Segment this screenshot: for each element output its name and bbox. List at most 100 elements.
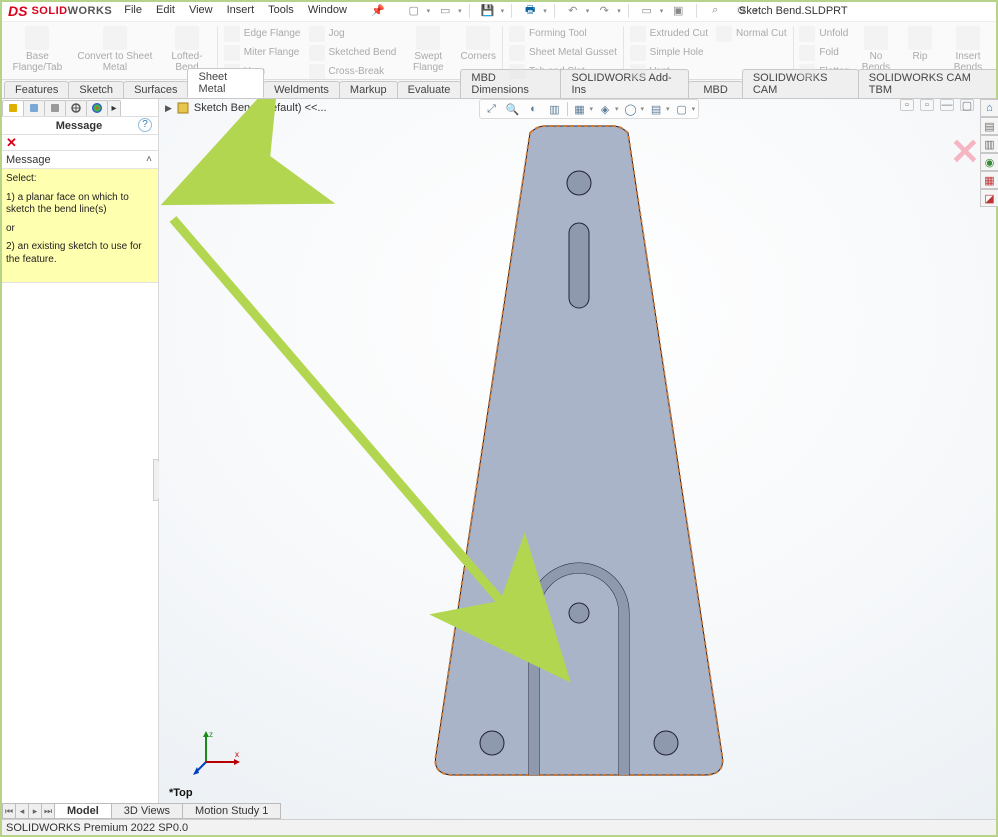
hud-scene-icon[interactable]: ▤: [647, 101, 665, 117]
cmd-rip[interactable]: Rip: [898, 24, 942, 65]
qat-print-button[interactable]: 🖶: [519, 2, 541, 20]
message-section-header[interactable]: Message ˄: [0, 151, 158, 169]
tab-weldments[interactable]: Weldments: [263, 81, 340, 98]
taskpane-resources-icon[interactable]: ▤: [980, 117, 998, 135]
property-manager-close-row: ✕: [0, 135, 158, 151]
hud-view-settings-icon[interactable]: ▢: [673, 101, 691, 117]
cmd-edge-flange[interactable]: Edge Flange: [222, 25, 303, 43]
qat-rebuild-button[interactable]: ▣: [667, 2, 689, 20]
cmd-sheet-metal-gusset[interactable]: Sheet Metal Gusset: [507, 44, 619, 62]
pin-menu-icon[interactable]: 📌: [371, 4, 385, 17]
fm-tab-dim-mgr-icon[interactable]: [65, 100, 87, 116]
message-select-label: Select:: [6, 173, 152, 186]
cmd-simple-hole[interactable]: Simple Hole: [628, 44, 710, 62]
cmd-insert-bends[interactable]: Insert Bends: [942, 24, 994, 75]
graphics-view[interactable]: ▶ Sketch Bend (Default) <<... ⤢ 🔍 ◐ ▥ ▦▾…: [159, 99, 998, 819]
part-model[interactable]: [414, 123, 744, 783]
cmd-base-flange[interactable]: Base Flange/Tab: [4, 24, 71, 75]
qat-new-button[interactable]: ▢: [403, 2, 425, 20]
doc-win-minimize[interactable]: —: [940, 99, 954, 111]
tab-mbd[interactable]: MBD: [688, 81, 742, 98]
cmd-corners[interactable]: Corners: [456, 24, 500, 65]
cancel-button[interactable]: ✕: [6, 135, 17, 151]
menu-tools[interactable]: Tools: [268, 4, 294, 17]
hud-display-style-icon[interactable]: ▦: [571, 101, 589, 117]
cmd-cross-break[interactable]: Cross-Break: [307, 63, 399, 80]
menu-file[interactable]: File: [124, 4, 142, 17]
hud-zoom-fit-icon[interactable]: ⤢: [483, 101, 501, 117]
tab-markup[interactable]: Markup: [339, 81, 398, 98]
doc-win-btn-1[interactable]: ▫: [900, 99, 914, 111]
cmd-swept-flange[interactable]: Swept Flange: [400, 24, 456, 75]
taskpane-view-palette-icon[interactable]: ◉: [980, 153, 998, 171]
qat-undo-button[interactable]: ↶: [562, 2, 584, 20]
menu-edit[interactable]: Edit: [156, 4, 175, 17]
cmd-fold[interactable]: Fold: [797, 44, 852, 62]
tab-evaluate[interactable]: Evaluate: [397, 81, 462, 98]
breadcrumb[interactable]: ▶ Sketch Bend (Default) <<...: [165, 101, 327, 115]
svg-text:x: x: [235, 750, 239, 759]
hud-zoom-area-icon[interactable]: 🔍: [504, 101, 522, 117]
cmd-jog[interactable]: Jog: [307, 25, 399, 43]
brand-works: WORKS: [68, 5, 113, 17]
qat-save-button[interactable]: 💾: [477, 2, 499, 20]
confirmation-cancel-icon[interactable]: ✕: [950, 131, 980, 173]
taskpane-home-icon[interactable]: ⌂: [980, 99, 998, 117]
cmd-miter-flange[interactable]: Miter Flange: [222, 44, 303, 62]
taskpane-custom-props-icon[interactable]: ◪: [980, 189, 998, 207]
menu-view[interactable]: View: [189, 4, 213, 17]
cmd-extruded-cut[interactable]: Extruded Cut: [628, 25, 710, 43]
bottom-nav-last[interactable]: ⏭: [41, 803, 55, 819]
qat-open-button[interactable]: ▭: [434, 2, 456, 20]
qat-redo-button[interactable]: ↷: [593, 2, 615, 20]
tab-surfaces[interactable]: Surfaces: [123, 81, 188, 98]
taskpane-design-library-icon[interactable]: ▥: [980, 135, 998, 153]
tab-sketch[interactable]: Sketch: [68, 81, 124, 98]
taskpane-appearances-icon[interactable]: ▦: [980, 171, 998, 189]
tab-sw-addins[interactable]: SOLIDWORKS Add-Ins: [560, 69, 689, 98]
svg-text:z: z: [209, 730, 213, 739]
cmd-no-bends[interactable]: No Bends: [854, 24, 898, 75]
cmd-unfold[interactable]: Unfold: [797, 25, 852, 43]
bottom-nav-prev[interactable]: ◂: [15, 803, 29, 819]
fm-tab-display-mgr-icon[interactable]: [86, 100, 108, 116]
bottom-nav-first[interactable]: ⏮: [2, 803, 16, 819]
cmd-normal-cut[interactable]: Normal Cut: [714, 25, 789, 43]
tab-sheet-metal[interactable]: Sheet Metal: [187, 68, 264, 98]
fm-tab-config-mgr-icon[interactable]: [44, 100, 66, 116]
fm-tab-feature-tree-icon[interactable]: [2, 100, 24, 116]
document-title: Sketch Bend.SLDPRT: [739, 5, 848, 17]
menu-insert[interactable]: Insert: [227, 4, 255, 17]
manager-tab-strip: ▸: [0, 99, 158, 117]
hud-hide-show-icon[interactable]: ◈: [596, 101, 614, 117]
bottom-tab-3d-views[interactable]: 3D Views: [111, 803, 183, 819]
bottom-tab-nav: ⏮ ◂ ▸ ⏭: [2, 803, 54, 819]
bottom-nav-next[interactable]: ▸: [28, 803, 42, 819]
quick-access-toolbar: ▢▾ ▭▾ 💾▾ 🖶▾ ↶▾ ↷▾ ▭▾ ▣ ⌕ ⚙▾: [403, 2, 758, 20]
cmd-forming-tool[interactable]: Forming Tool: [507, 25, 619, 43]
tab-sw-cam-tbm[interactable]: SOLIDWORKS CAM TBM: [858, 69, 998, 98]
cmd-sketched-bend[interactable]: Sketched Bend: [307, 44, 399, 62]
bottom-tab-motion-study[interactable]: Motion Study 1: [182, 803, 281, 819]
task-pane: ⌂ ▤ ▥ ◉ ▦ ◪: [980, 99, 998, 207]
qat-select-button[interactable]: ▭: [636, 2, 658, 20]
property-manager-pane: ▸ Message ? ✕ Message ˄ Select: 1) a pla…: [0, 99, 159, 819]
doc-win-btn-2[interactable]: ▫: [920, 99, 934, 111]
message-section-label: Message: [6, 154, 51, 166]
fm-tab-property-mgr-icon[interactable]: [23, 100, 45, 116]
qat-options-button[interactable]: ⌕: [704, 2, 726, 20]
fm-tab-overflow-icon[interactable]: ▸: [107, 100, 121, 116]
app-logo: DS SOLIDWORKS: [8, 3, 112, 19]
cmd-convert-sheet-metal[interactable]: Convert to Sheet Metal: [71, 24, 159, 75]
message-line-2: 2) an existing sketch to use for the fea…: [6, 241, 152, 266]
menu-window[interactable]: Window: [308, 4, 347, 17]
breadcrumb-expand-icon[interactable]: ▶: [165, 103, 172, 114]
view-triad[interactable]: z x: [191, 727, 251, 777]
bottom-tab-model[interactable]: Model: [54, 803, 112, 819]
help-icon[interactable]: ?: [138, 118, 152, 132]
hud-appearance-icon[interactable]: ◯: [622, 101, 640, 117]
hud-prev-view-icon[interactable]: ◐: [525, 101, 543, 117]
doc-win-restore[interactable]: ▢: [960, 99, 974, 111]
hud-section-icon[interactable]: ▥: [546, 101, 564, 117]
tab-features[interactable]: Features: [4, 81, 69, 98]
